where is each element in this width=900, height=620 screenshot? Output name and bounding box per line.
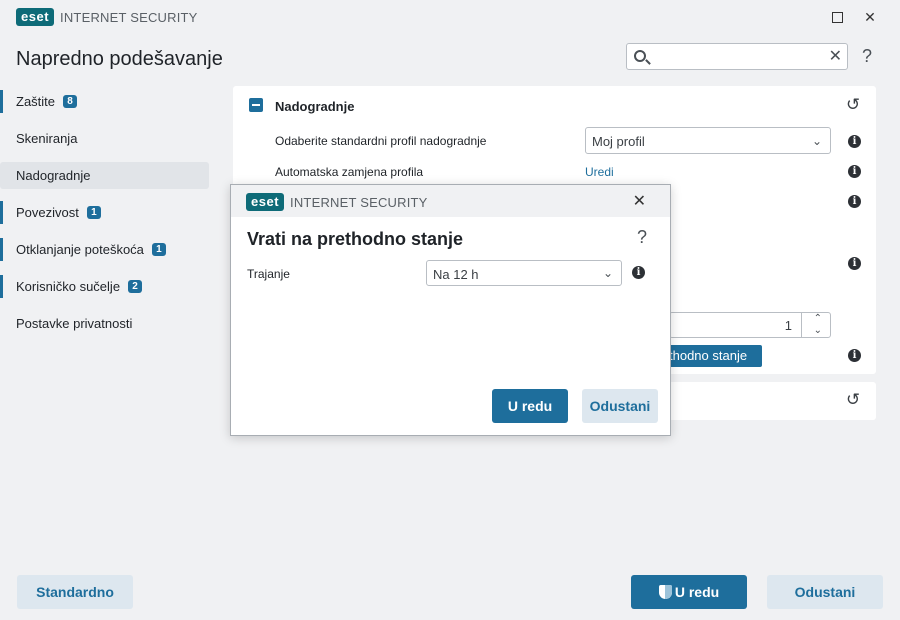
auto-profile-switch-label: Automatska zamjena profila xyxy=(275,165,424,179)
sidebar-item-label: Skeniranja xyxy=(16,131,78,146)
sidebar-item-otklanjanje-poteskoca[interactable]: Otklanjanje poteškoća 1 xyxy=(0,236,209,263)
title-bar: eset INTERNET SECURITY ✕ xyxy=(0,0,900,34)
sidebar-item-label: Zaštite xyxy=(16,94,56,109)
dialog-ok-button[interactable]: U redu xyxy=(492,389,568,423)
revert-icon[interactable]: ↺ xyxy=(846,95,860,115)
dialog-title-bar: eset INTERNET SECURITY ✕ xyxy=(231,185,670,217)
sidebar-item-korisnicko-sucelje[interactable]: Korisničko sučelje 2 xyxy=(0,273,209,300)
chevron-down-icon[interactable]: ⌄ xyxy=(814,325,822,336)
dialog-cancel-button[interactable]: Odustani xyxy=(582,389,658,423)
stepper-value: 1 xyxy=(784,318,792,333)
info-icon[interactable]: i xyxy=(848,165,861,178)
section-title: Nadogradnje xyxy=(275,99,355,114)
product-name: INTERNET SECURITY xyxy=(60,9,198,25)
count-badge: 8 xyxy=(63,95,78,108)
sidebar-item-label: Nadogradnje xyxy=(16,168,91,183)
eset-logo: eset xyxy=(246,193,285,211)
update-profile-label: Odaberite standardni profil nadogradnje xyxy=(275,134,487,148)
ok-button[interactable]: U redu xyxy=(631,575,747,609)
clear-search-icon[interactable]: ✕ xyxy=(829,46,842,66)
search-icon xyxy=(634,50,646,62)
sidebar-item-zastite[interactable]: Zaštite 8 xyxy=(0,88,209,115)
app-logo: eset INTERNET SECURITY xyxy=(16,8,198,26)
revert-icon[interactable]: ↺ xyxy=(846,390,860,410)
edit-link[interactable]: Uredi xyxy=(585,165,614,179)
count-badge: 1 xyxy=(151,243,166,256)
default-button[interactable]: Standardno xyxy=(17,575,133,609)
eset-logo: eset xyxy=(16,8,55,26)
info-icon[interactable]: i xyxy=(848,349,861,362)
page-title: Napredno podešavanje xyxy=(16,48,223,70)
sidebar-item-label: Povezivost xyxy=(16,205,79,220)
select-value: Moj profil xyxy=(592,134,645,149)
chevron-down-icon: ⌄ xyxy=(602,266,613,280)
stepper-divider xyxy=(801,313,802,337)
app-logo: eset INTERNET SECURITY xyxy=(246,193,428,211)
sidebar-item-povezivost[interactable]: Povezivost 1 xyxy=(0,199,209,226)
chevron-up-icon[interactable]: ⌃ xyxy=(814,313,822,324)
chevron-down-icon: ⌄ xyxy=(811,134,822,148)
rollback-dialog: eset INTERNET SECURITY ✕ Vrati na pretho… xyxy=(230,184,671,436)
info-icon[interactable]: i xyxy=(848,257,861,270)
sidebar-item-label: Postavke privatnosti xyxy=(16,316,133,331)
dialog-title: Vrati na prethodno stanje xyxy=(247,229,464,249)
number-stepper[interactable]: 1 ⌃ ⌄ xyxy=(669,312,831,338)
dialog-help-button[interactable]: ? xyxy=(637,227,647,248)
rollback-button-label: thodno stanje xyxy=(669,348,748,363)
close-button[interactable]: ✕ xyxy=(860,7,880,27)
duration-select[interactable]: Na 12 h ⌄ xyxy=(426,260,622,286)
rollback-button[interactable]: thodno stanje xyxy=(657,345,762,367)
collapse-toggle[interactable] xyxy=(249,98,263,112)
sidebar-item-nadogradnje[interactable]: Nadogradnje xyxy=(0,162,209,189)
search-box[interactable]: ✕ xyxy=(626,43,848,70)
shield-icon xyxy=(658,585,672,599)
sidebar-item-skeniranja[interactable]: Skeniranja xyxy=(0,125,209,152)
sidebar-item-postavke-privatnosti[interactable]: Postavke privatnosti xyxy=(0,310,209,337)
select-value: Na 12 h xyxy=(433,267,479,282)
count-badge: 2 xyxy=(128,280,143,293)
cancel-button[interactable]: Odustani xyxy=(767,575,883,609)
ok-button-label: U redu xyxy=(674,584,720,600)
help-button[interactable]: ? xyxy=(862,46,872,67)
maximize-button[interactable] xyxy=(827,7,847,27)
duration-label: Trajanje xyxy=(247,267,290,281)
product-name: INTERNET SECURITY xyxy=(290,194,428,210)
dialog-close-button[interactable]: ✕ xyxy=(633,191,646,211)
info-icon[interactable]: i xyxy=(848,135,861,148)
square-icon xyxy=(831,12,843,23)
info-icon[interactable]: i xyxy=(632,266,645,279)
close-icon: ✕ xyxy=(632,193,646,210)
sidebar-item-label: Otklanjanje poteškoća xyxy=(16,242,144,257)
search-input[interactable] xyxy=(653,47,821,66)
update-profile-select[interactable]: Moj profil ⌄ xyxy=(585,127,831,154)
sidebar-item-label: Korisničko sučelje xyxy=(16,279,121,294)
count-badge: 1 xyxy=(86,206,101,219)
close-icon: ✕ xyxy=(864,9,876,25)
info-icon[interactable]: i xyxy=(848,195,861,208)
